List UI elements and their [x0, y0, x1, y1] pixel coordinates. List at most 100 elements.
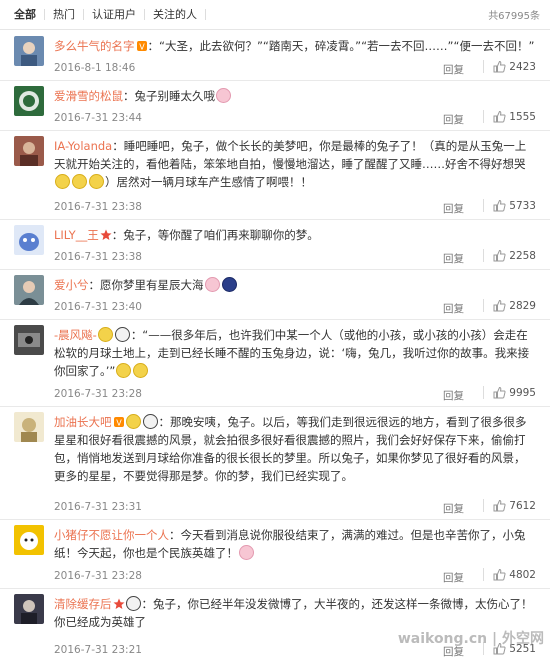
panda-emoji-icon [125, 596, 141, 611]
comment-text: ：兔子别睡太久哦 [123, 89, 215, 103]
comment-text: ：愿你梦里有星辰大海 [88, 278, 204, 292]
thumbs-up-icon [493, 199, 506, 212]
crying-emoji-icon [55, 174, 70, 189]
comment-filter-tabs: 全部 热门 认证用户 关注的人 共67995条 [0, 0, 550, 30]
commenter-name[interactable]: 加油长大吧 [54, 415, 112, 429]
thumbs-up-icon [493, 568, 506, 581]
rabbit-emoji-icon [239, 545, 254, 560]
cat-emoji-icon [97, 327, 113, 342]
comment-text: ：兔子，等你醒了咱们再来聊聊你的梦。 [111, 228, 319, 242]
thumbs-up-icon [493, 60, 506, 73]
comment-time: 2016-7-31 23:28 [54, 570, 142, 582]
like-count: 4802 [509, 568, 536, 581]
comment-time: 2016-7-31 23:21 [54, 644, 142, 656]
like-count: 2829 [509, 299, 536, 312]
like-count: 5733 [509, 199, 536, 212]
crying-emoji-icon [89, 174, 104, 189]
comment-item: 小猪仔不愿让你一个人：今天看到消息说你服役结束了，满满的难过。但是也辛苦你了，小… [0, 520, 550, 589]
star-badge-icon [113, 597, 125, 609]
reply-button[interactable]: 回复 [443, 301, 464, 316]
reply-button[interactable]: 回复 [443, 570, 464, 585]
like-button[interactable]: 7612 [483, 499, 536, 512]
commenter-name[interactable]: 爱滑雪的松鼠 [54, 89, 123, 103]
like-button[interactable]: 5733 [483, 199, 536, 212]
like-button[interactable]: 2258 [483, 249, 536, 262]
comment-item: -晨风飚- ：“——很多年后，也许我们中某一个人（或他的小孩，或小孩的小孩）会走在… [0, 320, 550, 407]
comment-item: 加油长大吧 V ：那晚安咦，兔子。以后，等我们走到很远很远的地方，看到了很多很多星星… [0, 407, 550, 520]
comment-item: LILY__王 ：兔子，等你醒了咱们再来聊聊你的梦。 2016-7-31 23:3… [0, 220, 550, 270]
member-badge-icon: V [113, 415, 125, 428]
comment-item: 多么牛气的名字 V ：“大圣，此去欲何？”“踏南天，碎凌霄。”“若一去不回……”“便… [0, 31, 550, 81]
rabbit-emoji-icon [216, 88, 231, 103]
avatar[interactable] [14, 136, 44, 166]
tab-all[interactable]: 全部 [14, 9, 45, 20]
comment-text-continued: ）居然对一辆月球车产生感情了啊喂！！ [105, 175, 312, 189]
comment-time: 2016-7-31 23:28 [54, 388, 142, 400]
avatar[interactable] [14, 594, 44, 624]
panda-emoji-icon [114, 327, 130, 342]
like-count: 9995 [509, 386, 536, 399]
tab-hot[interactable]: 热门 [45, 9, 84, 20]
comment-text: ：睡吧睡吧，兔子，做个长长的美梦吧，你是最棒的兔子了！（真的是从玉兔一上天就开始… [54, 139, 527, 171]
avatar[interactable] [14, 525, 44, 555]
like-count: 1555 [509, 110, 536, 123]
comment-item: 清除缓存后 ：兔子，你已经半年没发微博了，大半夜的，还发这样一条微博，太伤心了！你… [0, 589, 550, 660]
tab-verified[interactable]: 认证用户 [84, 9, 145, 20]
site-watermark: waikong.cn | 外空网 [397, 631, 544, 647]
commenter-name[interactable]: LILY__王 [54, 228, 99, 242]
thumbs-up-icon [493, 110, 506, 123]
smile-emoji-icon [125, 414, 141, 429]
reply-button[interactable]: 回复 [443, 62, 464, 77]
star-badge-icon [100, 228, 112, 240]
reply-button[interactable]: 回复 [443, 388, 464, 403]
commenter-name[interactable]: IA-Yolanda [54, 139, 112, 153]
like-button[interactable]: 4802 [483, 568, 536, 581]
crying-emoji-icon [72, 174, 87, 189]
avatar[interactable] [14, 86, 44, 116]
comment-item: 爱滑雪的松鼠：兔子别睡太久哦 2016-7-31 23:44 回复 1555 [0, 81, 550, 131]
comment-time: 2016-7-31 23:38 [54, 201, 142, 213]
comment-time: 2016-7-31 23:31 [54, 501, 142, 513]
commenter-name[interactable]: -晨风飚- [54, 328, 97, 342]
commenter-name[interactable]: 多么牛气的名字 [54, 39, 135, 53]
avatar[interactable] [14, 225, 44, 255]
reply-button[interactable]: 回复 [443, 112, 464, 127]
crying-emoji-icon [116, 363, 132, 378]
comment-total-count: 共67995条 [488, 11, 540, 22]
comment-item: IA-Yolanda：睡吧睡吧，兔子，做个长长的美梦吧，你是最棒的兔子了！（真的… [0, 131, 550, 220]
avatar[interactable] [14, 36, 44, 66]
tab-following[interactable]: 关注的人 [145, 9, 206, 20]
comment-item: 爱小兮：愿你梦里有星辰大海 2016-7-31 23:40 回复 2829 [0, 270, 550, 320]
like-button[interactable]: 2423 [483, 60, 536, 73]
commenter-name[interactable]: 清除缓存后 [54, 597, 112, 611]
comment-time: 2016-7-31 23:40 [54, 301, 142, 313]
thumbs-up-icon [493, 249, 506, 262]
svg-text:V: V [139, 43, 145, 52]
panda-emoji-icon [142, 414, 158, 429]
avatar[interactable] [14, 325, 44, 355]
like-count: 7612 [509, 499, 536, 512]
thumbs-up-icon [493, 386, 506, 399]
comment-time: 2016-7-31 23:38 [54, 251, 142, 263]
avatar[interactable] [14, 412, 44, 442]
like-button[interactable]: 9995 [483, 386, 536, 399]
reply-button[interactable]: 回复 [443, 201, 464, 216]
comment-time: 2016-8-1 18:46 [54, 62, 136, 74]
member-badge-icon: V [136, 39, 148, 52]
thumbs-up-icon [493, 299, 506, 312]
commenter-name[interactable]: 小猪仔不愿让你一个人 [54, 528, 169, 542]
avatar[interactable] [14, 275, 44, 305]
like-button[interactable]: 1555 [483, 110, 536, 123]
reply-button[interactable]: 回复 [443, 501, 464, 516]
reply-button[interactable]: 回复 [443, 251, 464, 266]
like-button[interactable]: 2829 [483, 299, 536, 312]
rabbit-emoji-icon [204, 277, 220, 292]
crying-emoji-icon [133, 363, 149, 378]
comment-text: ：那晚安咦，兔子。以后，等我们走到很远很远的地方，看到了很多很多星星和很好看很震… [54, 415, 527, 483]
comment-text: ：“大圣，此去欲何？”“踏南天，碎凌霄。”“若一去不回……”“便一去不回！” [147, 39, 535, 53]
like-count: 2423 [509, 60, 536, 73]
like-count: 2258 [509, 249, 536, 262]
thumbs-up-icon [493, 499, 506, 512]
commenter-name[interactable]: 爱小兮 [54, 278, 89, 292]
comment-time: 2016-7-31 23:44 [54, 112, 142, 124]
